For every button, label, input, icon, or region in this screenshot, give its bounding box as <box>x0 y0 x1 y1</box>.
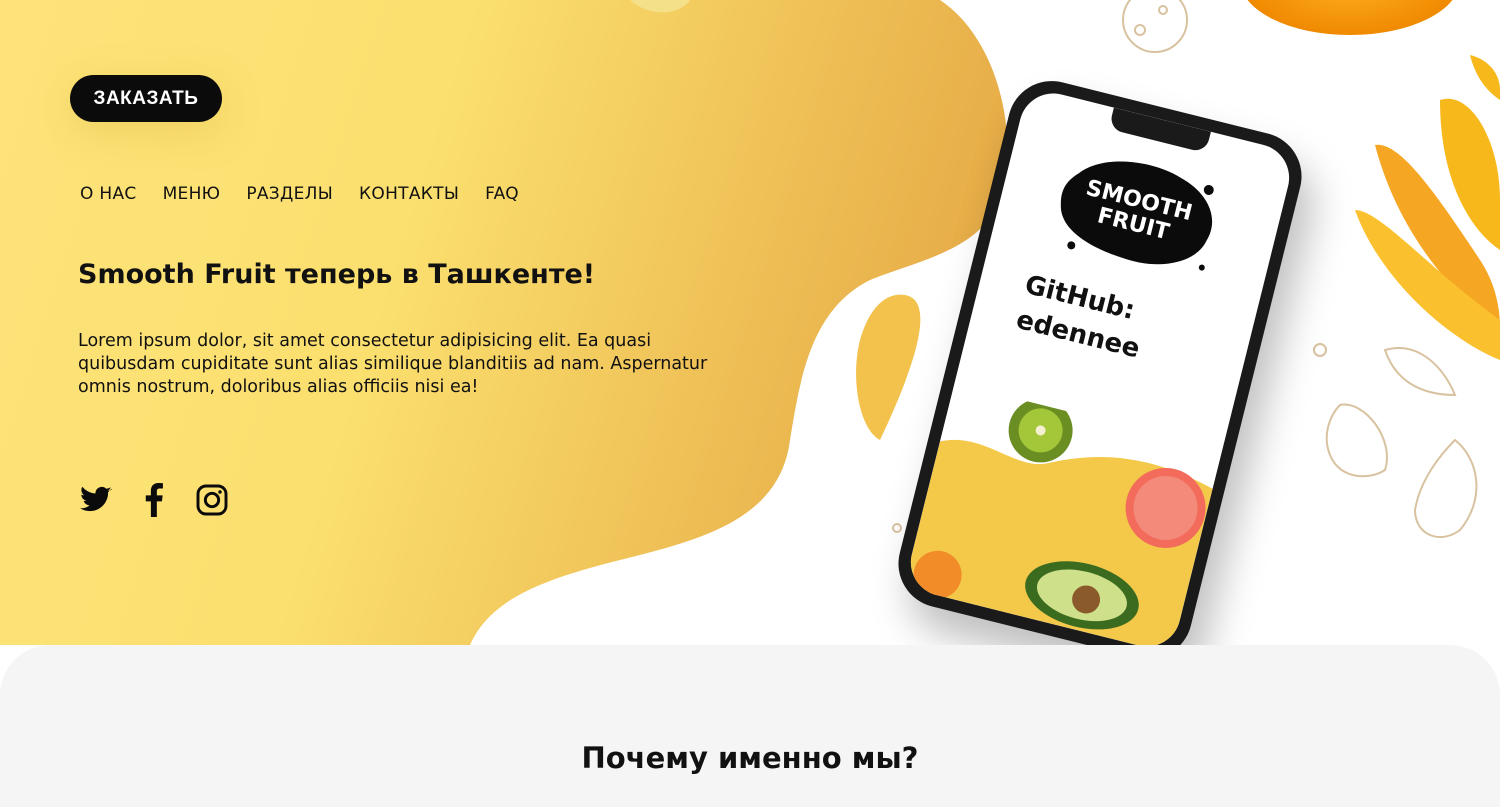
yellow-droplet <box>856 294 921 440</box>
nav-item-contacts[interactable]: КОНТАКТЫ <box>359 184 459 204</box>
hero-title: Smooth Fruit теперь в Ташкенте! <box>78 259 596 290</box>
social-links <box>78 482 230 518</box>
nav-item-sections[interactable]: РАЗДЕЛЫ <box>246 184 333 204</box>
smooth-fruit-logo: SMOOTH FRUIT <box>1040 139 1232 287</box>
logo-text: SMOOTH FRUIT <box>1040 139 1232 287</box>
nav-item-menu[interactable]: МЕНЮ <box>163 184 221 204</box>
github-label: GitHub: edennee <box>1012 267 1152 367</box>
order-button[interactable]: ЗАКАЗАТЬ <box>70 75 222 122</box>
twitter-icon-glyph <box>80 486 112 512</box>
lime-icon <box>1183 404 1223 445</box>
main-nav: О НАС МЕНЮ РАЗДЕЛЫ КОНТАКТЫ FAQ <box>80 184 545 204</box>
why-us-title: Почему именно мы? <box>581 741 919 775</box>
facebook-icon-glyph <box>145 483 163 517</box>
why-us-section: Почему именно мы? <box>0 645 1500 807</box>
hero-description: Lorem ipsum dolor, sit amet consectetur … <box>78 331 708 397</box>
nav-item-faq[interactable]: FAQ <box>485 184 519 204</box>
orange-fruit <box>1247 0 1453 35</box>
landing-page: ЗАКАЗАТЬ О НАС МЕНЮ РАЗДЕЛЫ КОНТАКТЫ FAQ… <box>0 0 1500 807</box>
mango-slices <box>1355 55 1500 360</box>
twitter-icon[interactable] <box>78 482 114 518</box>
instagram-icon-glyph <box>196 484 228 516</box>
instagram-icon[interactable] <box>194 482 230 518</box>
facebook-icon[interactable] <box>136 482 172 518</box>
nav-item-about[interactable]: О НАС <box>80 184 137 204</box>
